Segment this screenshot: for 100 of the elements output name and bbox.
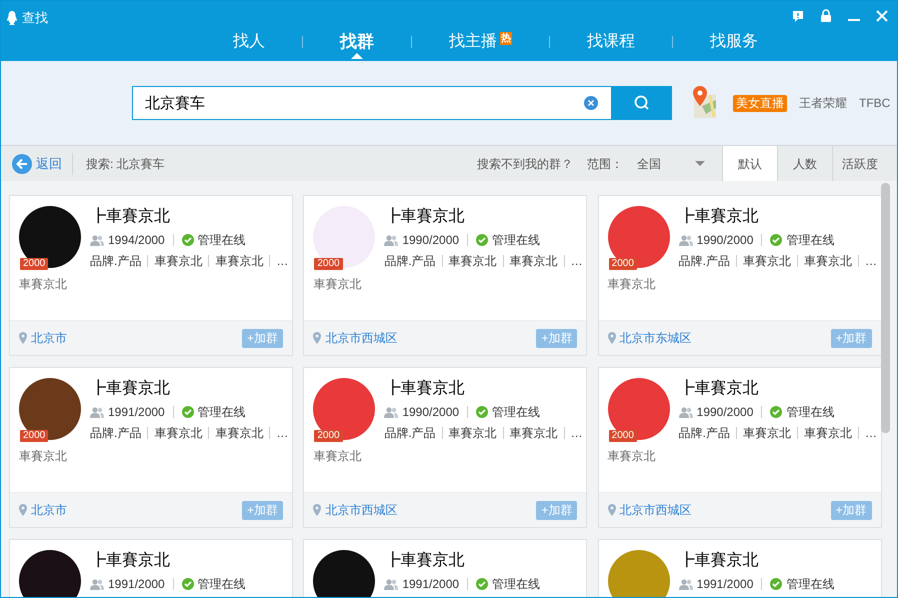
group-tag: 品牌.产品 [90, 424, 142, 442]
join-group-button[interactable]: +加群 [536, 500, 578, 520]
member-count: 1991/2000 [108, 576, 165, 593]
group-tag: … [865, 424, 877, 442]
group-name: ┣車賽京北 [384, 379, 466, 399]
group-description: 車賽京北 [608, 276, 657, 293]
help-link[interactable]: 搜索不到我的群？ [477, 154, 573, 172]
range-label: 范围： [587, 156, 623, 172]
group-description: 車賽京北 [19, 448, 68, 465]
tab[interactable]: 找课程 [550, 25, 672, 59]
members-icon [90, 234, 104, 246]
member-count: 1990/2000 [402, 404, 460, 421]
join-group-button[interactable]: +加群 [830, 500, 872, 520]
avatar-placeholder [313, 550, 376, 597]
group-tag: 車賽京北 [510, 252, 558, 270]
location-link[interactable]: 北京市东城区 [620, 329, 692, 348]
group-tag: … [570, 252, 583, 270]
admin-status: 管理在线 [198, 232, 246, 249]
avatar-placeholder [608, 550, 670, 597]
group-name: ┣車賽京北 [90, 207, 171, 227]
lock-icon[interactable] [819, 9, 833, 23]
back-link[interactable]: 返回 [12, 154, 62, 174]
group-description: 車賽京北 [313, 276, 362, 293]
group-tag: 品牌.产品 [384, 252, 436, 270]
caret-icon [695, 161, 705, 166]
admin-status: 管理在线 [786, 232, 834, 249]
admin-status: 管理在线 [198, 404, 246, 421]
group-name: ┣車賽京北 [384, 207, 466, 227]
search-button[interactable] [612, 86, 672, 120]
clear-icon[interactable] [584, 96, 598, 110]
close-icon[interactable] [875, 9, 889, 23]
join-group-button[interactable]: +加群 [536, 328, 578, 348]
group-tag: 車賽京北 [743, 424, 791, 442]
members-icon [678, 234, 693, 246]
group-description: 車賽京北 [608, 448, 657, 465]
join-group-button[interactable]: +加群 [830, 328, 872, 348]
member-count: 1991/2000 [696, 576, 754, 593]
join-group-button[interactable]: +加群 [242, 500, 283, 520]
search-icon [634, 95, 650, 111]
members-icon [384, 234, 398, 246]
location-pin-icon [313, 332, 322, 344]
level-badge: 2000 [314, 430, 343, 442]
members-icon [384, 406, 398, 418]
admin-status: 管理在线 [786, 576, 834, 593]
location-link[interactable]: 北京市西城区 [325, 501, 398, 520]
location-link[interactable]: 北京市 [31, 329, 67, 348]
members-icon [90, 578, 104, 590]
search-query-text: 搜索: 北京賽车 [86, 156, 165, 172]
group-tag: 車賽京北 [804, 252, 852, 270]
admin-status: 管理在线 [492, 576, 540, 593]
tab[interactable]: 找人 [196, 25, 302, 59]
group-name: ┣車賽京北 [678, 207, 760, 227]
group-tag: 車賽京北 [743, 252, 791, 270]
search-field[interactable]: 北京賽车 [132, 86, 612, 120]
avatar-placeholder [19, 550, 81, 597]
level-badge: 2000 [20, 258, 48, 270]
feedback-icon[interactable] [791, 9, 805, 23]
admin-status: 管理在线 [492, 404, 540, 421]
group-description: 車賽京北 [313, 448, 362, 465]
group-tag: … [276, 252, 288, 270]
group-tag: 車賽京北 [448, 252, 497, 270]
level-badge: 2000 [608, 430, 637, 442]
hot-search-link[interactable]: 美女直播 [733, 94, 787, 112]
group-tag: 車賽京北 [215, 424, 264, 442]
admin-status: 管理在线 [786, 404, 834, 421]
location-link[interactable]: 北京市 [31, 501, 67, 520]
group-tag: 品牌.产品 [90, 252, 142, 270]
location-link[interactable]: 北京市西城区 [325, 329, 398, 348]
member-count: 1990/2000 [402, 232, 460, 249]
hot-search-link[interactable]: 王者荣耀 [799, 94, 847, 112]
members-icon [678, 406, 693, 418]
member-count: 1994/2000 [108, 232, 165, 249]
tab[interactable]: 找主播 热 [412, 25, 549, 59]
sort-tab[interactable]: 默认 [722, 146, 777, 181]
group-tag: … [276, 424, 288, 442]
location-pin-icon [19, 332, 27, 344]
level-badge: 2000 [20, 430, 48, 442]
group-tag: 車賽京北 [510, 424, 558, 442]
hot-search-link[interactable]: TFBC [859, 94, 890, 112]
group-name: ┣車賽京北 [90, 379, 171, 399]
group-name: ┣車賽京北 [678, 551, 760, 571]
scrollbar[interactable] [881, 183, 890, 433]
join-group-button[interactable]: +加群 [242, 328, 283, 348]
location-pin-icon [313, 504, 322, 516]
member-count: 1991/2000 [402, 576, 460, 593]
group-name: ┣車賽京北 [384, 551, 466, 571]
admin-status: 管理在线 [492, 232, 540, 249]
tab[interactable]: 找服务 [673, 25, 795, 59]
members-icon [678, 578, 693, 590]
window-title: 查找 [22, 9, 48, 27]
member-count: 1990/2000 [696, 232, 754, 249]
level-badge: 2000 [314, 258, 343, 270]
group-tag: 車賽京北 [154, 252, 202, 270]
range-dropdown[interactable]: 全国 [637, 154, 705, 172]
location-pin-icon [19, 504, 27, 516]
hot-badge: 热 [500, 32, 512, 44]
group-tag: 品牌.产品 [678, 252, 730, 270]
group-tag: 車賽京北 [154, 424, 202, 442]
location-link[interactable]: 北京市西城区 [620, 501, 692, 520]
members-icon [384, 578, 398, 590]
